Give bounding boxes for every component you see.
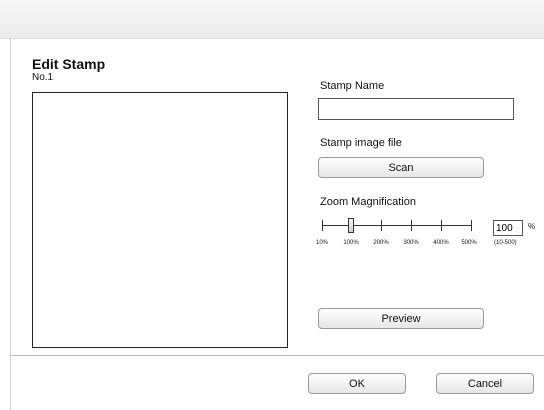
zoom-slider-tick bbox=[411, 220, 412, 231]
zoom-slider-thumb[interactable] bbox=[348, 218, 354, 233]
zoom-slider[interactable] bbox=[322, 217, 472, 235]
preview-button[interactable]: Preview bbox=[318, 308, 484, 329]
zoom-range-hint: (10-500) bbox=[494, 240, 517, 246]
zoom-slider-tick bbox=[322, 220, 323, 231]
zoom-tick-label: 300% bbox=[403, 240, 419, 246]
stamp-preview-canvas bbox=[32, 92, 288, 348]
ok-button[interactable]: OK bbox=[308, 373, 406, 394]
zoom-unit: % bbox=[528, 222, 536, 231]
stamp-name-label: Stamp Name bbox=[320, 80, 385, 92]
stamp-number: No.1 bbox=[32, 72, 54, 83]
zoom-tick-label: 200% bbox=[373, 240, 389, 246]
zoom-slider-tick bbox=[381, 220, 382, 231]
stamp-image-label: Stamp image file bbox=[320, 137, 402, 149]
dialog-title: Edit Stamp bbox=[32, 56, 106, 72]
footer-separator bbox=[10, 355, 544, 356]
zoom-slider-tick bbox=[471, 220, 472, 231]
zoom-tick-label: 500% bbox=[461, 240, 477, 246]
zoom-tick-label: 400% bbox=[433, 240, 449, 246]
zoom-value-input[interactable] bbox=[493, 220, 523, 236]
zoom-tick-label: 100% bbox=[343, 240, 359, 246]
stamp-name-input[interactable] bbox=[318, 98, 514, 120]
cancel-button[interactable]: Cancel bbox=[436, 373, 534, 394]
zoom-slider-track bbox=[322, 225, 472, 226]
zoom-tick-label: 10% bbox=[315, 240, 329, 246]
dialog-titlebar bbox=[0, 0, 544, 39]
zoom-slider-tick bbox=[441, 220, 442, 231]
zoom-label: Zoom Magnification bbox=[320, 196, 416, 208]
scan-button[interactable]: Scan bbox=[318, 157, 484, 178]
